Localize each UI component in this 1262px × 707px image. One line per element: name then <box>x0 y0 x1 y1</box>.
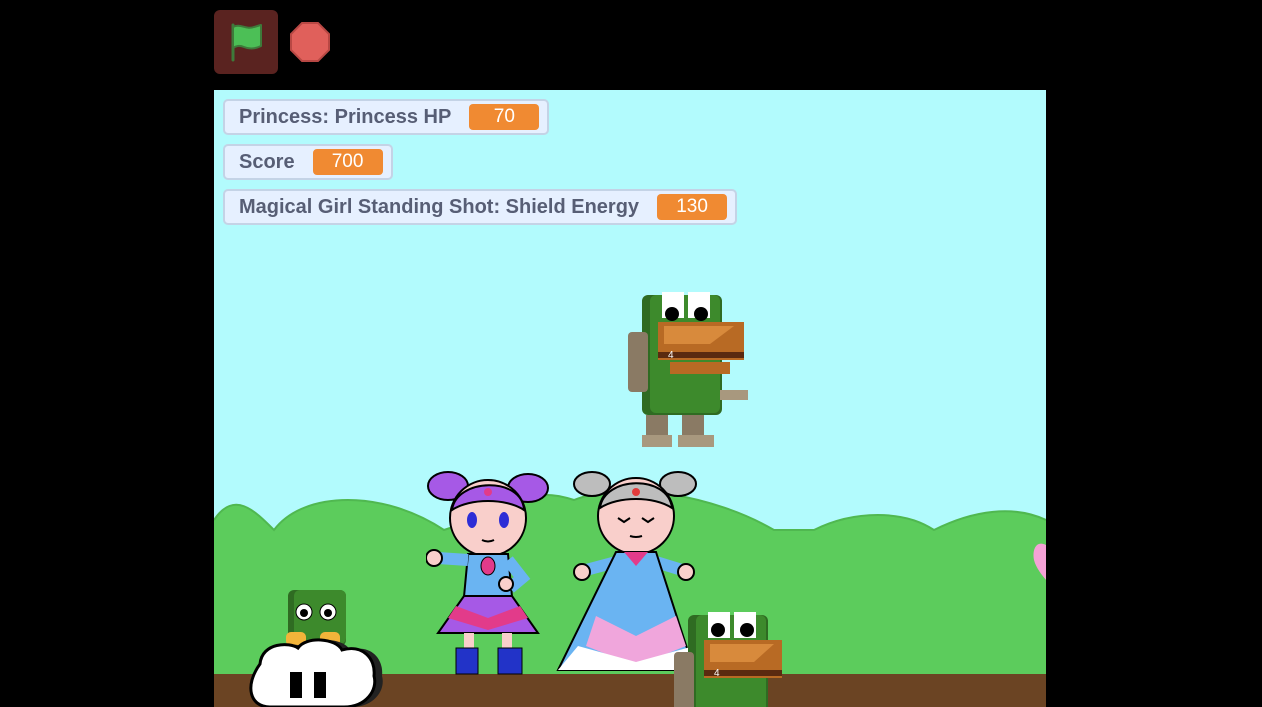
stage[interactable]: Princess: Princess HP 70 Score 700 Magic… <box>214 90 1046 707</box>
monitor-label: Score <box>239 150 295 173</box>
monitor-value: 130 <box>657 194 728 220</box>
green-flag-icon <box>231 23 262 62</box>
green-flag-button[interactable] <box>214 10 278 74</box>
variable-monitor-shield-energy[interactable]: Magical Girl Standing Shot: Shield Energ… <box>223 189 738 225</box>
cloud-frog-sprite[interactable] <box>248 586 388 707</box>
variable-monitor-score[interactable]: Score 700 <box>223 144 393 180</box>
frog-robot-flying-sprite[interactable]: 4 <box>624 290 754 455</box>
variable-monitor-princess-hp[interactable]: Princess: Princess HP 70 <box>223 99 550 135</box>
monitor-label: Princess: Princess HP <box>239 105 452 128</box>
magical-girl-sprite[interactable] <box>426 468 552 680</box>
svg-text:4: 4 <box>668 350 674 361</box>
monitor-value: 70 <box>469 104 540 130</box>
stop-button[interactable] <box>288 20 332 64</box>
monitor-value: 700 <box>312 149 383 175</box>
svg-text:4: 4 <box>714 668 720 679</box>
frog-robot-ground-sprite[interactable]: 4 <box>670 610 800 707</box>
monitor-label: Magical Girl Standing Shot: Shield Energ… <box>239 195 640 218</box>
stop-sign-icon <box>290 22 330 62</box>
